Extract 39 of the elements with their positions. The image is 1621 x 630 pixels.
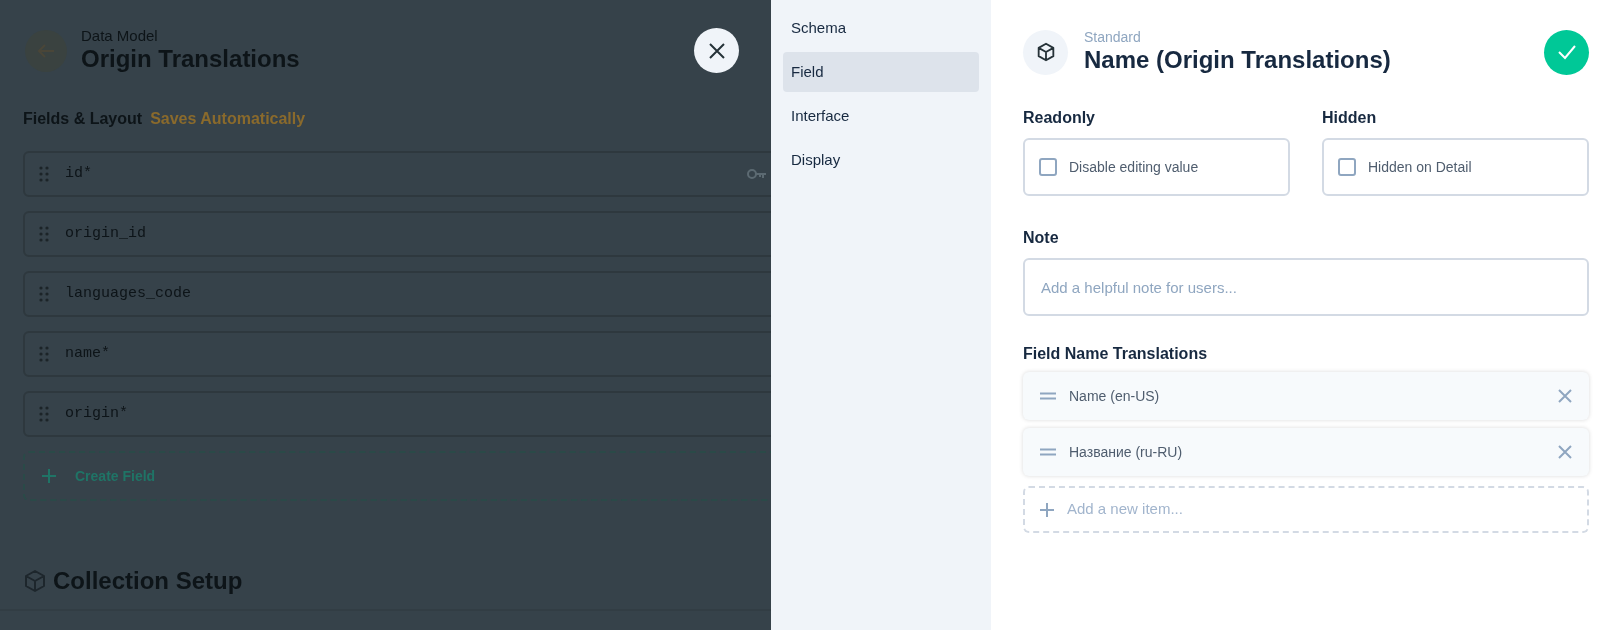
drag-handle-icon[interactable] [1039, 392, 1057, 400]
drawer-title: Name (Origin Translations) [1084, 45, 1391, 75]
drag-handle-icon[interactable] [39, 346, 49, 362]
close-icon [707, 41, 726, 60]
translation-text: Название (ru-RU) [1069, 442, 1184, 462]
field-label: Field Name Translations [1023, 344, 1209, 364]
drag-handle-icon[interactable] [39, 226, 49, 242]
checkbox-option[interactable]: Disable editing value [1023, 138, 1290, 196]
remove-icon[interactable] [1557, 444, 1573, 460]
sidebar-item[interactable]: Interface [783, 96, 979, 136]
check-icon [1556, 44, 1577, 60]
checkbox[interactable] [1039, 158, 1057, 176]
plus-icon [1039, 501, 1055, 518]
required-mark: * [101, 343, 111, 364]
sidebar-item[interactable]: Field [783, 52, 979, 92]
plus-icon [41, 468, 57, 484]
translation-item[interactable]: Name (en-US) [1023, 372, 1589, 420]
sidebar-item[interactable]: Display [783, 140, 979, 180]
save-button[interactable] [1544, 29, 1589, 75]
translation-item[interactable]: Название (ru-RU) [1023, 428, 1589, 476]
translation-text: Name (en-US) [1069, 386, 1161, 406]
sidebar-item[interactable]: Schema [783, 8, 979, 48]
checkbox-option[interactable]: Hidden on Detail [1322, 138, 1589, 196]
checkbox[interactable] [1338, 158, 1356, 176]
key-icon [747, 168, 767, 180]
field-label: Note [1023, 228, 1060, 248]
drawer-subtitle: Standard [1084, 29, 1142, 45]
drag-handle-icon[interactable] [39, 166, 49, 182]
field-label: Hidden [1322, 108, 1378, 128]
drag-handle-icon[interactable] [39, 286, 49, 302]
save-status: Saves Automatically [150, 109, 306, 129]
note-input[interactable]: Add a helpful note for users... [1023, 258, 1589, 316]
drag-handle-icon[interactable] [1039, 448, 1057, 456]
field-label: Readonly [1023, 108, 1096, 128]
drag-handle-icon[interactable] [39, 406, 49, 422]
remove-icon[interactable] [1557, 388, 1573, 404]
required-mark: * [119, 403, 129, 424]
required-mark: * [83, 163, 93, 184]
cube-icon [23, 569, 47, 593]
